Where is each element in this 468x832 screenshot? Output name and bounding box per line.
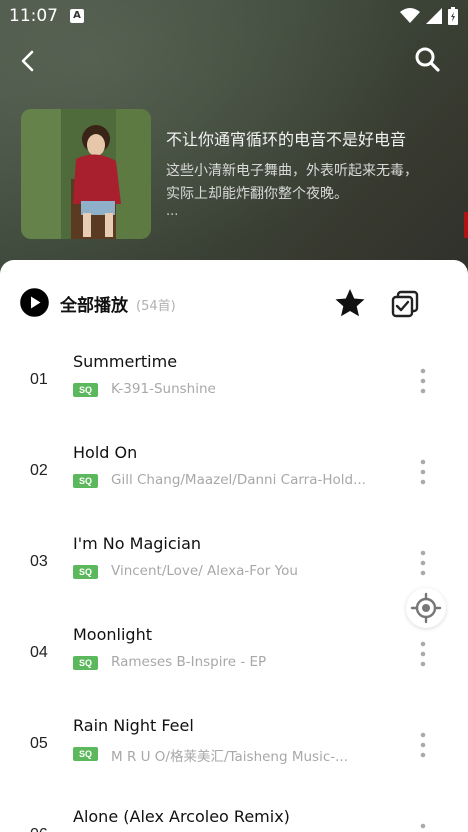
description-more[interactable]: ... [166,204,178,219]
song-title: I'm No Magician [73,534,202,553]
playlist-cover[interactable] [21,109,151,239]
sq-badge: SQ [73,383,98,397]
song-more-button[interactable] [411,455,435,489]
locate-current-button[interactable] [406,588,446,628]
song-title: Moonlight [73,625,152,644]
song-index: 01 [30,371,48,388]
multi-select-button[interactable] [390,289,420,319]
description-line: 实际上却能炸翻你整个夜晚。 [166,186,348,202]
battery-icon [448,7,458,25]
status-icons [400,7,458,25]
song-artist: Gill Chang/Maazel/Danni Carra-Hold... [111,472,366,488]
wifi-icon [400,8,420,23]
more-vertical-icon [420,550,426,576]
song-index: 03 [30,553,48,570]
locate-icon [410,592,442,624]
song-row[interactable]: 04 Moonlight SQ Rameses B-Inspire - EP [0,609,468,700]
a-letter-icon: A [70,9,84,23]
status-bar: 11:07 A [0,0,468,34]
search-button[interactable] [414,46,442,74]
play-all-button[interactable] [20,288,49,317]
song-more-button[interactable] [411,819,435,832]
cover-image [21,109,151,239]
playlist-title: 不让你通宵循环的电音不是好电音 [166,130,407,149]
sq-badge: SQ [73,656,98,670]
song-row[interactable]: 03 I'm No Magician SQ Vincent/Love/ Alex… [0,518,468,609]
more-vertical-icon [420,459,426,485]
back-arrow-icon [21,50,34,72]
star-icon [335,289,365,317]
song-more-button[interactable] [411,364,435,398]
search-icon [415,47,440,72]
song-title: Hold On [73,443,138,462]
song-title: Summertime [73,352,178,371]
song-more-button[interactable] [411,637,435,671]
song-artist: K-391-Sunshine [111,381,216,397]
song-more-button[interactable] [411,728,435,762]
status-time: 11:07 [9,6,58,26]
song-index: 05 [30,735,48,752]
song-artist: Rameses B-Inspire - EP [111,654,267,670]
sq-badge: SQ [73,474,98,488]
song-row[interactable]: 06 Alone (Alex Arcoleo Remix) [0,791,468,832]
song-index: 06 [30,826,48,832]
song-count: (54首) [136,299,176,314]
edge-accent [464,212,468,238]
more-vertical-icon [420,641,426,667]
multi-select-icon [391,290,419,318]
song-row[interactable]: 05 Rain Night Feel SQ M R U O/格莱美汇/Taish… [0,700,468,791]
more-vertical-icon [420,732,426,758]
song-more-button[interactable] [411,546,435,580]
song-title: Alone (Alex Arcoleo Remix) [73,807,290,826]
song-index: 04 [30,644,48,661]
song-title: Rain Night Feel [73,716,194,735]
song-row[interactable]: 02 Hold On SQ Gill Chang/Maazel/Danni Ca… [0,427,468,518]
song-artist: Vincent/Love/ Alexa-For You [111,563,298,579]
play-circle-icon [20,288,49,317]
sq-badge: SQ [73,747,98,761]
song-row[interactable]: 01 Summertime SQ K-391-Sunshine [0,336,468,427]
sq-badge: SQ [73,565,98,579]
play-all-label[interactable]: 全部播放 [60,291,128,316]
song-index: 02 [30,462,48,479]
more-vertical-icon [420,368,426,394]
song-artist: M R U O/格莱美汇/Taisheng Music-... [111,749,349,765]
back-button[interactable] [14,46,44,76]
favorite-button[interactable] [334,287,366,319]
signal-icon [426,8,442,24]
description-line: 这些小清新电子舞曲，外表听起来无毒， [166,163,418,179]
more-vertical-icon [420,823,426,829]
playlist-description[interactable]: 这些小清新电子舞曲，外表听起来无毒， 实际上却能炸翻你整个夜晚。 [166,160,458,206]
